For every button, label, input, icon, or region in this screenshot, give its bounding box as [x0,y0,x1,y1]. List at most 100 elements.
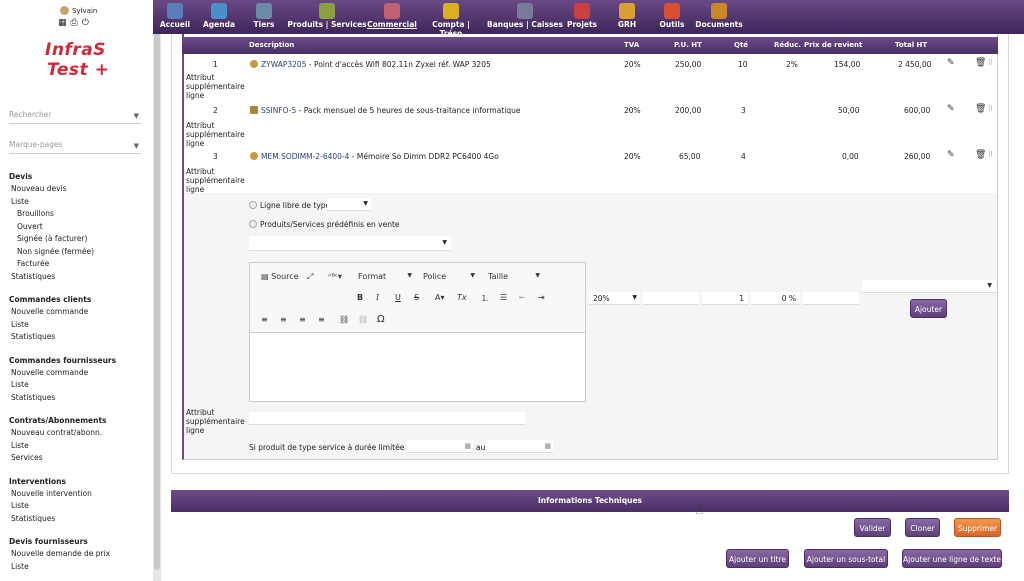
menu-subitem[interactable]: Facturée [17,259,153,272]
menu-item[interactable]: Nouvelle commande [11,307,153,320]
free-line-option[interactable]: Ligne libre de type [249,201,330,210]
menu-item[interactable]: Liste [11,197,153,210]
predefined-radio[interactable] [249,220,257,228]
nav-documents[interactable]: Documents [695,0,743,34]
italic-icon[interactable]: I [376,293,379,302]
calendar-icon[interactable]: ▦ [464,442,471,450]
unit-price-input[interactable] [643,292,699,305]
size-select[interactable]: Taille ▼ [488,272,540,281]
nav-grh[interactable]: GRH [613,0,641,34]
nav-projets[interactable]: Projets [565,0,599,34]
add-line-button[interactable]: Ajouter [910,299,947,318]
maximize-icon[interactable]: ⤢ [307,272,313,282]
menu-item[interactable]: Statistiques [11,332,153,345]
trash-icon[interactable]: 🗑 [975,59,986,68]
menu-item[interactable]: Nouvelle intervention [11,489,153,502]
scrollbar-thumb[interactable] [154,30,160,570]
add-title-button[interactable]: Ajouter un titre [726,549,789,568]
underline-icon[interactable]: U [395,293,401,302]
numbered-list-icon[interactable]: ⒈ [481,293,489,304]
source-button[interactable]: ▤ Source [261,272,299,281]
justify-icon[interactable]: ≡ [318,315,325,324]
clone-button[interactable]: Cloner [905,518,940,537]
free-line-radio[interactable] [249,201,257,209]
nav-tiers[interactable]: Tiers [249,0,279,34]
product-ref-link[interactable]: ZYWAP3205 [261,60,306,69]
search-select[interactable]: Rechercher ▼ [9,110,141,124]
indent-icon[interactable]: ⇥ [538,293,545,302]
drag-handle-icon[interactable]: ⠿ [988,59,997,68]
spellcheck-icon[interactable]: ᴬᴮᶜ▾ [328,272,342,281]
bold-icon[interactable]: B [357,293,363,302]
menu-section-title[interactable]: Commandes fournisseurs [9,356,153,368]
menu-section-title[interactable]: Commandes clients [9,295,153,307]
text-color-icon[interactable]: A▾ [435,293,445,302]
menu-item[interactable]: Nouveau devis [11,184,153,197]
calendar-icon[interactable]: ▦ [544,442,551,450]
nav-agenda[interactable]: Agenda [201,0,237,34]
nav-banques[interactable]: Banques | Caisses [487,0,563,34]
logout-icon[interactable]: ⏻ [82,18,89,28]
add-text-line-button[interactable]: Ajouter une ligne de texte [902,549,1002,568]
menu-section-title[interactable]: Contrats/Abonnements [9,416,153,428]
special-char-icon[interactable]: Ω [377,314,385,325]
menu-item[interactable]: Nouvelle demande de prix [11,549,153,562]
user-info[interactable]: Sylvain [60,6,97,15]
product-select[interactable]: ▼ [249,236,451,251]
predefined-option[interactable]: Produits/Services prédéfinis en vente [249,220,400,229]
drag-handle-icon[interactable]: ⠿ [988,151,997,160]
menu-item[interactable]: Services [11,453,153,466]
nav-produits[interactable]: Produits | Services [287,0,367,34]
product-ref-link[interactable]: SSINFO-5 [261,106,296,115]
nav-outils[interactable]: Outils [655,0,689,34]
cost-price-input[interactable] [803,292,859,305]
menu-item[interactable]: Statistiques [11,393,153,406]
menu-item[interactable]: Liste [11,320,153,333]
align-left-icon[interactable]: ≡ [261,315,268,324]
trash-icon[interactable]: 🗑 [975,105,986,114]
menu-subitem[interactable]: Signée (à facturer) [17,234,153,247]
link-icon[interactable]: ⛓ [339,315,349,324]
free-line-type-select[interactable]: ▼ [327,198,371,211]
sidebar-scrollbar[interactable] [153,0,161,581]
delete-button[interactable]: Supprimer [954,518,1001,537]
product-ref-link[interactable]: MEM.SODIMM-2-6400-4 [261,152,349,161]
nav-commercial[interactable]: Commercial [367,0,417,34]
date-end-input[interactable]: ▦ [487,440,553,453]
nav-accueil[interactable]: Accueil [157,0,193,34]
menu-item[interactable]: Liste [11,501,153,514]
unlink-icon[interactable]: ⛓ [358,315,368,324]
vat-select[interactable]: 20% ▼ [589,292,640,305]
date-start-input[interactable]: ▦ [407,440,473,453]
bullet-list-icon[interactable]: ☰ [500,293,507,302]
font-select[interactable]: Police ▼ [423,272,475,281]
align-center-icon[interactable]: ≡ [280,315,287,324]
strikethrough-icon[interactable]: S [414,293,419,302]
add-subtotal-button[interactable]: Ajouter un sous-total [804,549,888,568]
menu-section-title[interactable]: Devis [9,172,153,184]
validate-button[interactable]: Valider [854,518,891,537]
menu-item[interactable]: Liste [11,562,153,575]
pencil-icon[interactable]: ✎ [947,151,956,160]
calculator-icon[interactable]: ▦ [58,18,67,28]
menu-item[interactable]: Statistiques [11,272,153,285]
discount-input[interactable]: 0 % [751,292,800,305]
supplier-price-select[interactable]: ▼ [862,280,996,293]
menu-section-title[interactable]: Interventions [9,477,153,489]
nav-compta[interactable]: Compta | Tréso [421,0,481,38]
menu-item[interactable]: Liste [11,441,153,454]
align-right-icon[interactable]: ≡ [299,315,306,324]
menu-item[interactable]: Nouvelle commande [11,368,153,381]
menu-subitem[interactable]: Non signée (fermée) [17,247,153,260]
outdent-icon[interactable]: ⇤ [519,293,526,302]
rich-text-editor[interactable]: ▤ Source ⤢ ᴬᴮᶜ▾ Format ▼ Police ▼ Taille ▼ … [249,262,586,402]
bookmarks-select[interactable]: Marque-pages ▼ [9,140,141,154]
menu-item[interactable]: Nouveau contrat/abonn. [11,428,153,441]
menu-subitem[interactable]: Brouillons [17,209,153,222]
format-select[interactable]: Format ▼ [358,272,412,281]
trash-icon[interactable]: 🗑 [975,151,986,160]
menu-item[interactable]: Liste [11,380,153,393]
quantity-input[interactable]: 1 [702,292,748,305]
extra-attribute-input[interactable] [249,412,525,425]
menu-subitem[interactable]: Ouvert [17,222,153,235]
